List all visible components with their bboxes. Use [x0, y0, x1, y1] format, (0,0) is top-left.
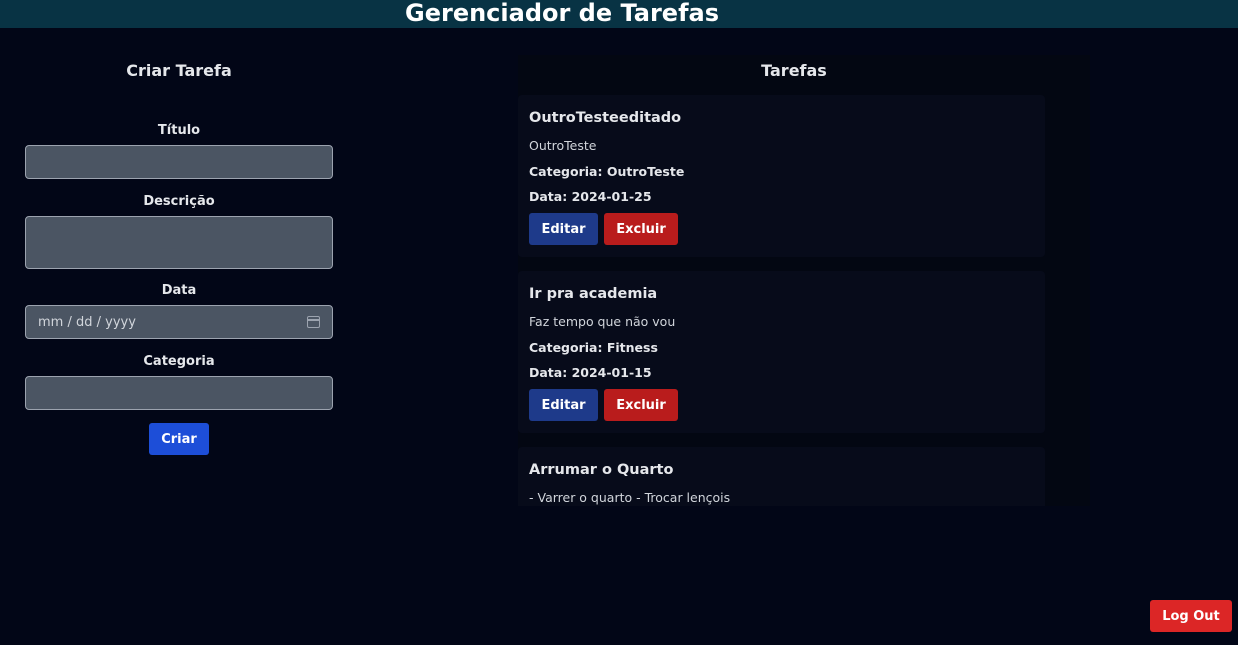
task-description: - Varrer o quarto - Trocar lençois — [529, 490, 731, 505]
task-title: Ir pra academia — [529, 286, 658, 302]
form-title: Criar Tarefa — [126, 61, 232, 80]
field-description-group: Descrição — [25, 194, 333, 269]
date-input[interactable]: mm / dd / yyyy — [25, 305, 333, 339]
description-label: Descrição — [143, 194, 215, 209]
task-title: OutroTesteeditado — [529, 110, 682, 126]
task-category: Categoria: Fitness — [529, 340, 658, 355]
tasks-title: Tarefas — [761, 61, 827, 80]
create-task-form: Criar Tarefa Título Descrição Data mm / … — [25, 60, 333, 455]
task-category: Categoria: OutroTeste — [529, 164, 685, 179]
description-textarea[interactable] — [25, 216, 333, 269]
edit-button[interactable]: Editar — [529, 389, 598, 421]
app-header: Gerenciador de Tarefas — [0, 0, 1238, 28]
edit-button[interactable]: Editar — [529, 213, 598, 245]
task-date: Data: 2024-01-15 — [529, 365, 652, 380]
calendar-icon[interactable] — [307, 316, 320, 328]
app-title: Gerenciador de Tarefas — [405, 0, 720, 27]
title-label: Título — [157, 123, 201, 138]
field-date-group: Data mm / dd / yyyy — [25, 283, 333, 339]
task-actions: Editar Excluir — [529, 213, 678, 245]
logout-button[interactable]: Log Out — [1150, 600, 1232, 632]
date-label: Data — [161, 283, 197, 298]
task-date: Data: 2024-01-25 — [529, 189, 652, 204]
task-title: Arrumar o Quarto — [529, 462, 674, 478]
date-placeholder: mm / dd / yyyy — [38, 314, 136, 330]
tasks-panel: Tarefas OutroTesteeditado OutroTeste Cat… — [518, 55, 1090, 506]
create-button[interactable]: Criar — [149, 423, 209, 455]
task-card: OutroTesteeditado OutroTeste Categoria: … — [518, 95, 1045, 257]
delete-button[interactable]: Excluir — [604, 213, 678, 245]
task-card: Arrumar o Quarto - Varrer o quarto - Tro… — [518, 447, 1045, 506]
category-label: Categoria — [143, 354, 215, 369]
task-description: Faz tempo que não vou — [529, 314, 676, 329]
field-category-group: Categoria — [25, 354, 333, 410]
task-actions: Editar Excluir — [529, 389, 678, 421]
delete-button[interactable]: Excluir — [604, 389, 678, 421]
task-card: Ir pra academia Faz tempo que não vou Ca… — [518, 271, 1045, 433]
title-input[interactable] — [25, 145, 333, 179]
task-description: OutroTeste — [529, 138, 597, 153]
category-input[interactable] — [25, 376, 333, 410]
field-title-group: Título — [25, 123, 333, 179]
